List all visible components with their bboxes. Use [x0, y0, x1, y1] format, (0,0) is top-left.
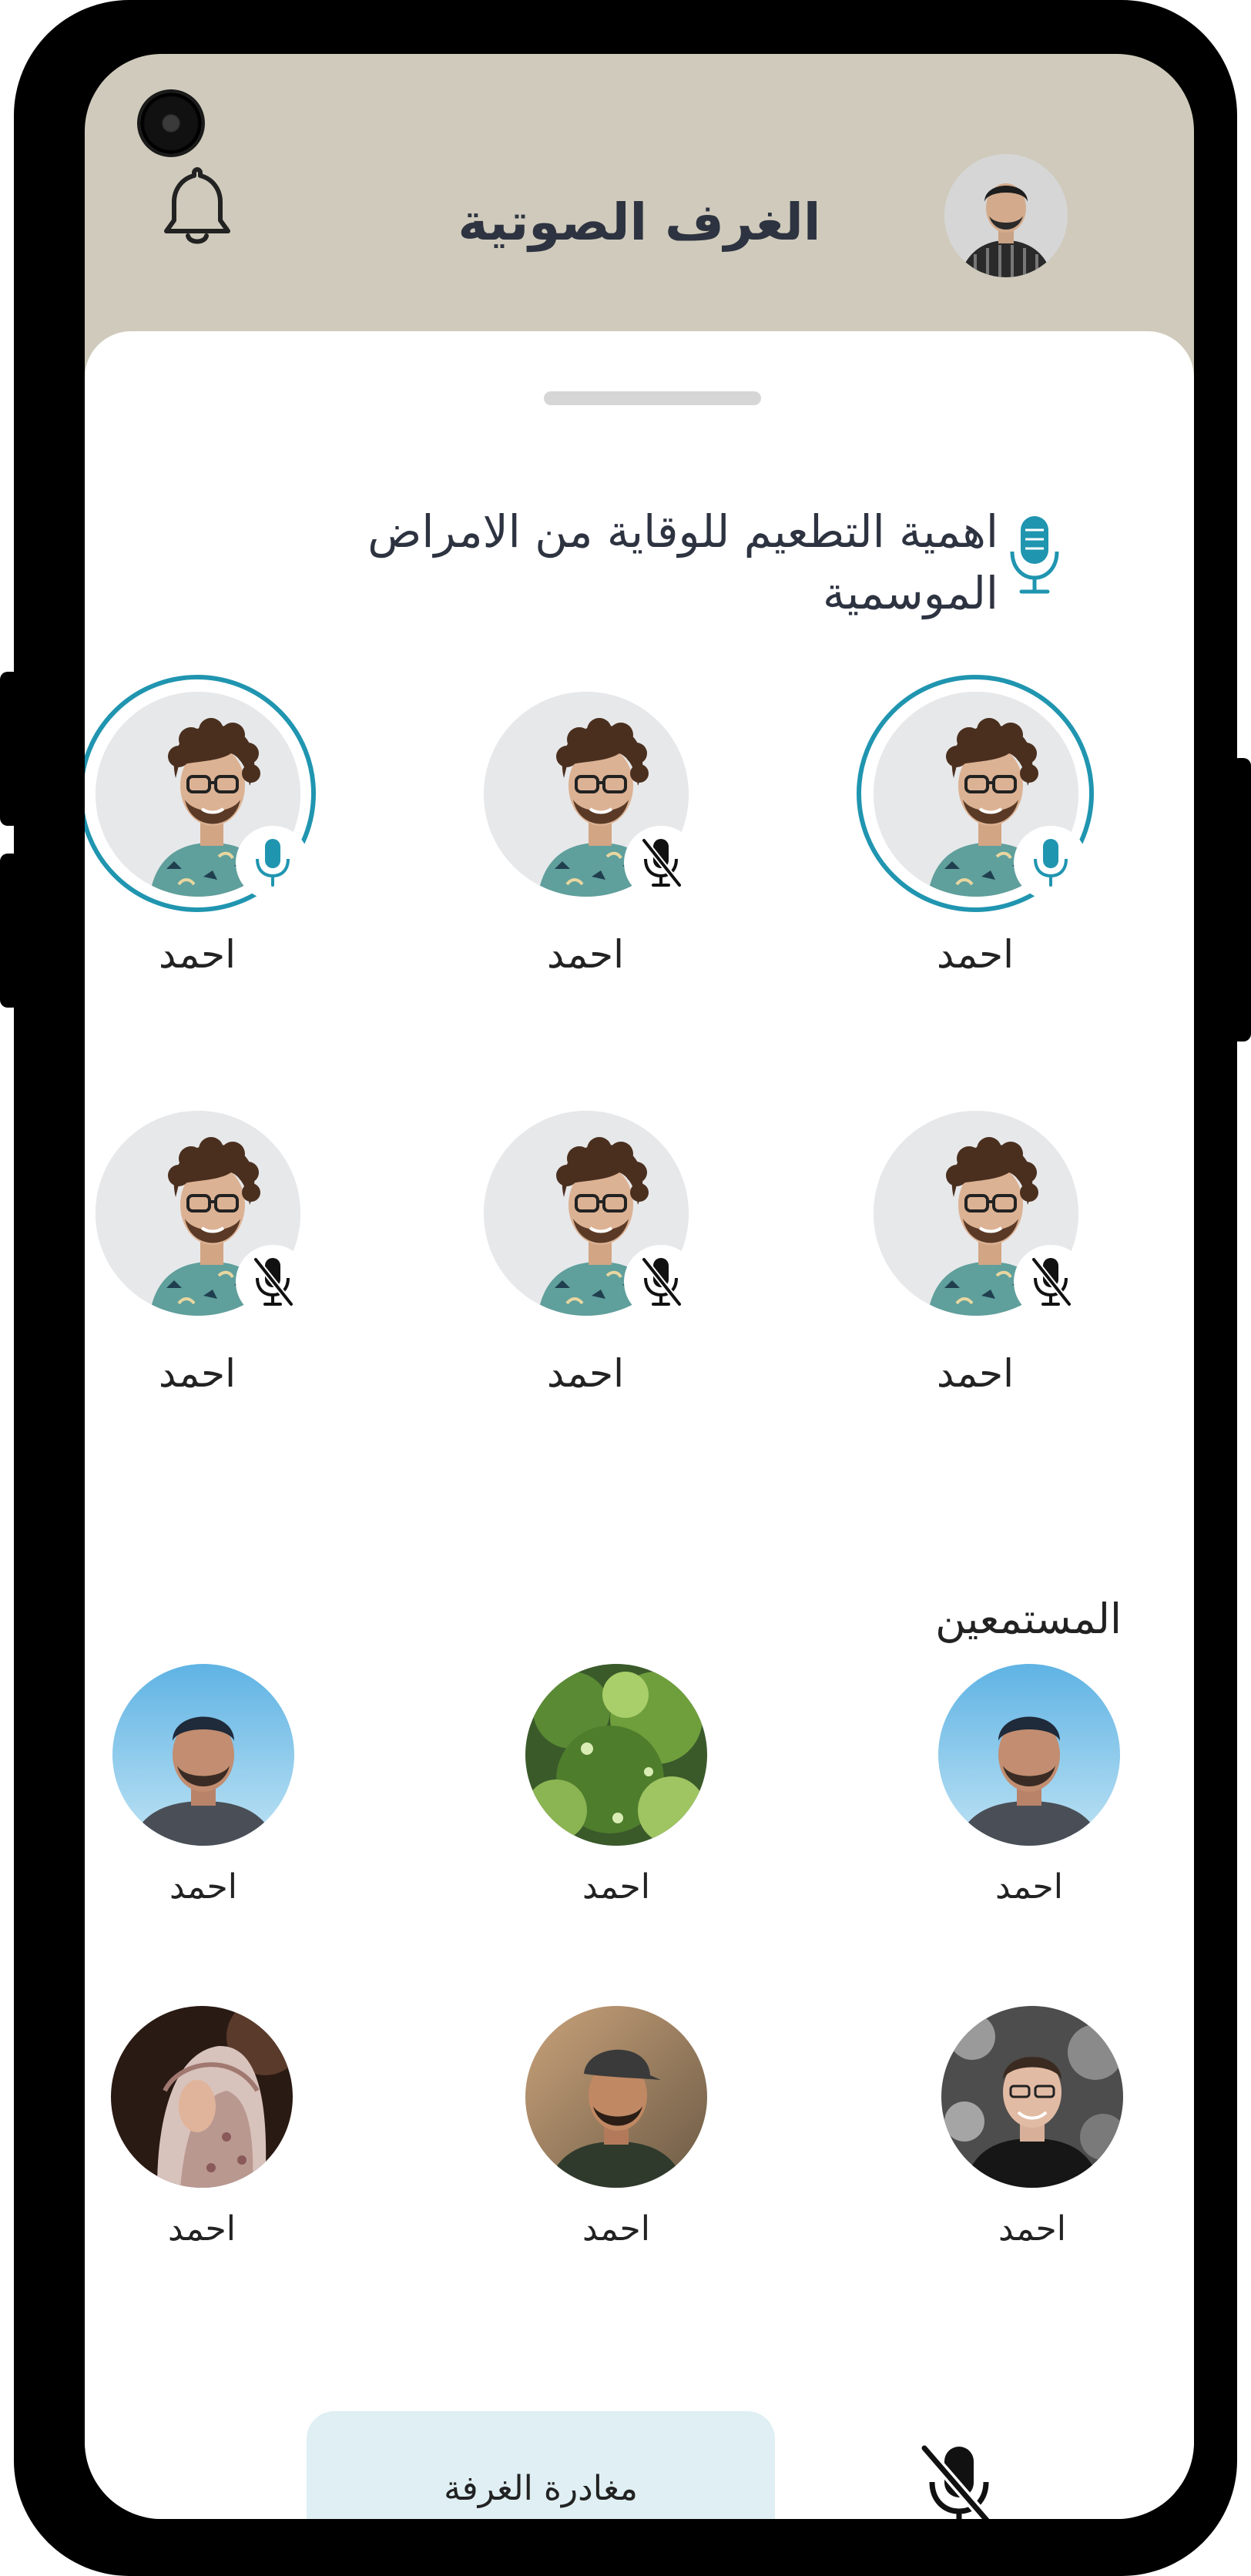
- speaker-name: احمد: [547, 1351, 624, 1396]
- speaker-name: احمد: [937, 932, 1014, 977]
- mic-off-icon[interactable]: [917, 2442, 1001, 2519]
- bell-icon[interactable]: [160, 163, 234, 248]
- front-camera: [140, 92, 202, 154]
- listener-avatar: [111, 2006, 293, 2188]
- speaker-card[interactable]: احمد: [470, 678, 701, 1001]
- listener-avatar: [112, 1664, 294, 1846]
- speaker-card[interactable]: احمد: [857, 675, 1094, 1001]
- listener-card[interactable]: احمد: [108, 2006, 293, 2283]
- listener-card[interactable]: احمد: [938, 2006, 1123, 2283]
- listener-name: احمد: [582, 2209, 650, 2249]
- listener-avatar: [941, 2006, 1123, 2188]
- microphone-icon: [1008, 513, 1062, 598]
- speaker-name: احمد: [159, 932, 236, 977]
- mic-on-icon: [1014, 826, 1088, 900]
- speaker-card[interactable]: احمد: [860, 1097, 1091, 1420]
- mic-on-icon: [236, 826, 310, 900]
- listeners-heading: المستمعين: [935, 1595, 1122, 1643]
- room-sheet: اهمية التطعيم للوقاية من الامراض الموسمي…: [85, 331, 1194, 2519]
- leave-room-button[interactable]: مغادرة الغرفة: [307, 2411, 775, 2519]
- listener-name: احمد: [995, 1867, 1063, 1907]
- listener-name: احمد: [168, 2209, 236, 2249]
- listener-avatar: [938, 1664, 1120, 1846]
- listener-avatar: [525, 2006, 707, 2188]
- mic-off-icon: [624, 826, 698, 900]
- volume-up-button: [0, 672, 20, 826]
- mic-off-icon: [624, 1245, 698, 1319]
- listener-name: احمد: [998, 2209, 1066, 2249]
- listener-card[interactable]: احمد: [109, 1664, 294, 1941]
- page-title: الغرف الصوتية: [458, 193, 821, 252]
- speaker-card[interactable]: احمد: [85, 675, 316, 1001]
- phone-frame: الغرف الصوتية اهمية التطعيم للوقاية من ا…: [0, 0, 1251, 2576]
- app-header: الغرف الصوتية: [85, 54, 1194, 331]
- volume-down-button: [0, 854, 20, 1008]
- speaker-card[interactable]: احمد: [85, 1097, 313, 1420]
- listener-card[interactable]: احمد: [522, 1664, 707, 1941]
- speaker-name: احمد: [159, 1351, 236, 1396]
- power-button: [1231, 758, 1251, 1041]
- mic-off-icon: [1014, 1245, 1088, 1319]
- screen: الغرف الصوتية اهمية التطعيم للوقاية من ا…: [85, 54, 1194, 2519]
- listener-avatar: [525, 1664, 707, 1846]
- mic-off-icon: [236, 1245, 310, 1319]
- listener-name: احمد: [169, 1867, 237, 1907]
- listener-name: احمد: [582, 1867, 650, 1907]
- speaker-card[interactable]: احمد: [470, 1097, 701, 1420]
- listener-card[interactable]: احمد: [935, 1664, 1120, 1941]
- drag-handle[interactable]: [544, 391, 761, 405]
- listener-card[interactable]: احمد: [522, 2006, 707, 2283]
- profile-avatar[interactable]: [944, 154, 1068, 277]
- speaker-name: احمد: [937, 1351, 1014, 1396]
- speaker-name: احمد: [547, 932, 624, 977]
- room-topic: اهمية التطعيم للوقاية من الامراض الموسمي…: [367, 505, 998, 619]
